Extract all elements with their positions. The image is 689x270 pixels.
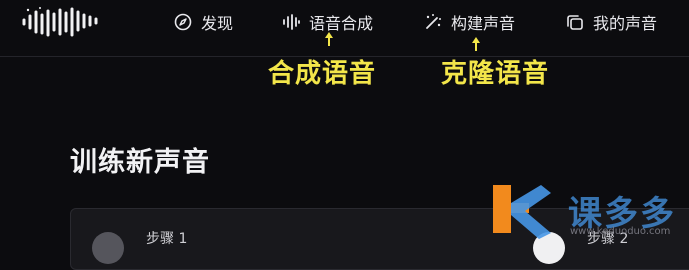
annotation-synthesize-speech: 合成语音 (268, 59, 377, 89)
brand-logo[interactable] (20, 6, 106, 38)
nav-item-label: 我的声音 (593, 14, 658, 33)
annotation-clone-voice: 克隆语音 (441, 59, 550, 89)
nav-item-my-voices[interactable]: 我的声音 (565, 10, 657, 34)
step-1-label: 步骤 1 (146, 231, 188, 247)
nav-item-discover[interactable]: 发现 (173, 10, 233, 34)
annotation-arrow-icon (325, 32, 333, 46)
compass-icon (173, 12, 193, 32)
annotation-arrow-icon (472, 37, 480, 51)
step-1-indicator (92, 232, 124, 264)
waveform-icon (281, 12, 301, 32)
page-title: 训练新声音 (70, 147, 210, 178)
nav-item-build-voice[interactable]: 构建声音 (423, 10, 515, 34)
nav-item-label: 发现 (201, 14, 234, 33)
magic-wand-icon (423, 12, 443, 32)
nav-item-label: 语音合成 (309, 14, 374, 33)
nav-item-speech-synthesis[interactable]: 语音合成 (281, 10, 373, 34)
library-icon (565, 12, 585, 32)
nav-item-label: 构建声音 (451, 14, 516, 33)
watermark-url: www.keduoduo.com (570, 226, 671, 237)
